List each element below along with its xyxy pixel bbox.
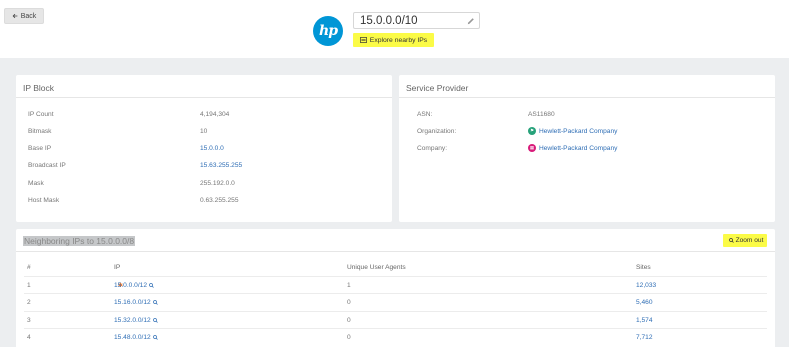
magnifier-icon <box>152 299 158 305</box>
back-label: Back <box>20 12 37 20</box>
ip-value: 15.32.0.0/12 <box>114 317 151 324</box>
ip-value: 15.0.0.0/12 <box>114 282 147 289</box>
host-mask-label: Host Mask <box>28 197 60 204</box>
ip-link[interactable]: 15.32.0.0/12 <box>114 317 158 324</box>
bitmask-label: Bitmask <box>28 128 52 135</box>
table-row: 1 ✱ 15.0.0.0/12 1 12,033 <box>24 276 767 293</box>
sites-link[interactable]: 7,712 <box>636 334 653 341</box>
bitmask-value: 10 <box>200 128 208 135</box>
table-row: 2 15.16.0.0/12 0 5,460 <box>24 293 767 310</box>
ip-link[interactable]: 15.16.0.0/12 <box>114 299 158 306</box>
row-num: 3 <box>27 317 31 324</box>
zoom-out-label: Zoom out <box>735 237 764 244</box>
explore-label: Explore nearby IPs <box>369 36 428 44</box>
ip-link[interactable]: 15.48.0.0/12 <box>114 334 158 341</box>
organization-icon: ⚑ <box>528 127 536 135</box>
magnifier-icon <box>152 334 158 340</box>
table-row: 4 15.48.0.0/12 0 7,712 <box>24 328 767 345</box>
grid-icon <box>359 37 367 43</box>
pencil-icon[interactable] <box>467 17 475 25</box>
back-button[interactable]: Back <box>4 8 44 24</box>
sites-link[interactable]: 1,574 <box>636 317 653 324</box>
service-provider-card: Service Provider ASN: AS11680 Organizati… <box>399 75 775 222</box>
base-ip-link[interactable]: 15.0.0.0 <box>200 145 224 152</box>
table-row: 3 15.32.0.0/12 0 1,574 <box>24 311 767 328</box>
company-icon: ▦ <box>528 144 536 152</box>
ip-value: 15.48.0.0/12 <box>114 334 151 341</box>
magnifier-icon <box>152 317 158 323</box>
company-link[interactable]: ▦ Hewlett-Packard Company <box>528 144 617 152</box>
explore-nearby-button[interactable]: Explore nearby IPs <box>353 33 434 47</box>
ip-block-card: IP Block IP Count 4,194,304 Bitmask 10 B… <box>16 75 392 222</box>
sites-link[interactable]: 5,460 <box>636 299 653 306</box>
host-mask-value: 0.63.255.255 <box>200 197 239 204</box>
broadcast-ip-link[interactable]: 15.63.255.255 <box>200 162 242 169</box>
agents-value: 0 <box>347 317 351 324</box>
arrow-left-icon <box>12 13 18 19</box>
organization-link[interactable]: ⚑ Hewlett-Packard Company <box>528 127 617 135</box>
ip-block-title: IP Block <box>23 83 55 93</box>
company-value: Hewlett-Packard Company <box>539 144 618 152</box>
neighboring-ips-card: Neighboring IPs to 15.0.0.0/8 Zoom out #… <box>16 229 775 347</box>
divider <box>16 251 775 252</box>
logo-text: hp <box>319 23 338 39</box>
asn-value: AS11680 <box>528 111 555 118</box>
ip-count-value: 4,194,304 <box>200 111 230 118</box>
row-num: 4 <box>27 334 31 341</box>
ip-link[interactable]: 15.0.0.0/12 <box>114 282 154 289</box>
mask-label: Mask <box>28 180 44 187</box>
ip-search-value: 15.0.0.0/10 <box>360 14 418 27</box>
company-label: Company: <box>417 145 448 152</box>
agents-value: 1 <box>347 282 351 289</box>
hp-logo: hp <box>313 16 343 46</box>
organization-value: Hewlett-Packard Company <box>539 127 618 135</box>
top-bar: Back hp 15.0.0.0/10 Explore nearby IPs <box>0 0 789 58</box>
ip-count-label: IP Count <box>28 111 54 118</box>
agents-value: 0 <box>347 299 351 306</box>
magnifier-icon <box>728 238 734 243</box>
row-num: 2 <box>27 299 31 306</box>
ip-search-field[interactable]: 15.0.0.0/10 <box>353 12 480 29</box>
service-provider-title: Service Provider <box>406 83 469 93</box>
col-header-agents: Unique User Agents <box>347 264 406 271</box>
row-num: 1 <box>27 282 31 289</box>
col-header-ip: IP <box>114 264 121 271</box>
organization-label: Organization: <box>417 128 457 135</box>
col-header-num: # <box>27 264 31 271</box>
agents-value: 0 <box>347 334 351 341</box>
magnifier-icon <box>149 282 154 288</box>
col-header-sites: Sites <box>636 264 651 271</box>
asn-label: ASN: <box>417 111 433 118</box>
divider <box>399 97 775 98</box>
broadcast-ip-label: Broadcast IP <box>28 162 66 169</box>
zoom-out-button[interactable]: Zoom out <box>723 234 767 247</box>
neighboring-ips-title: Neighboring IPs to 15.0.0.0/8 <box>23 236 136 246</box>
sites-link[interactable]: 12,033 <box>636 282 656 289</box>
mask-value: 255.192.0.0 <box>200 180 235 187</box>
divider <box>16 97 392 98</box>
ip-value: 15.16.0.0/12 <box>114 299 151 306</box>
base-ip-label: Base IP <box>28 145 52 152</box>
